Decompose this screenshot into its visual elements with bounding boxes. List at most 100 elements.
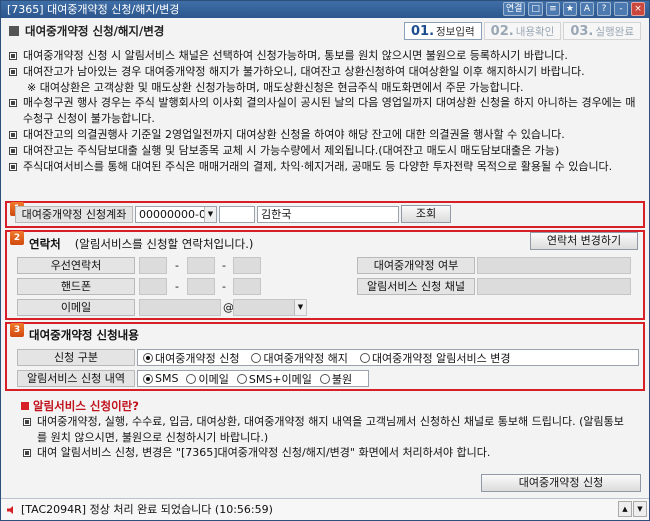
request-type-change-label: 대여중개약정 알림서비스 변경 xyxy=(371,351,511,365)
request-type-cancel[interactable]: 대여중개약정 해지 xyxy=(251,350,348,366)
help-icon[interactable]: ? xyxy=(597,2,611,16)
scroll-down-icon[interactable]: ▼ xyxy=(633,501,647,517)
page-title: 대여중개약정 신청/해지/변경 xyxy=(9,23,164,39)
request-type-cancel-label: 대여중개약정 해지 xyxy=(263,351,348,365)
star-icon[interactable]: ★ xyxy=(562,2,577,16)
alert-option-sms-label: SMS xyxy=(155,372,179,385)
alert-option-email[interactable]: 이메일 xyxy=(186,371,229,387)
account-value: 00000000-00 xyxy=(139,208,213,221)
agreement-status-label: 대여중개약정 여부 xyxy=(357,257,475,274)
contact-title-text: 연락처 xyxy=(29,237,61,251)
notice-item: 대여중개약정 신청 시 알림서비스 채널은 선택하여 신청가능하며, 통보를 원… xyxy=(7,48,643,64)
alert-option-sms-email[interactable]: SMS+이메일 xyxy=(236,371,312,387)
phone-dash-1: - xyxy=(175,259,179,272)
alert-option-decline[interactable]: 불원 xyxy=(319,371,353,387)
bullet-icon xyxy=(9,162,17,171)
step-3: 03. 실행완료 xyxy=(563,22,641,40)
phone-part-1[interactable] xyxy=(139,257,167,274)
account-section: 1 대여중개약정 신청계좌 00000000-00 ▼ 김한국 조회 xyxy=(5,201,645,228)
step-2-label: 내용확인 xyxy=(515,26,555,38)
radio-icon[interactable] xyxy=(236,373,247,384)
agreement-status-field xyxy=(477,257,631,274)
status-message: [TAC2094R] 정상 처리 완료 되었습니다 (10:56:59) xyxy=(21,503,273,516)
contact-subtitle: (알림서비스를 신청할 연락처입니다.) xyxy=(74,237,254,251)
step-3-num: 03. xyxy=(570,24,594,39)
radio-checked-icon[interactable] xyxy=(143,352,153,363)
phone-part-2[interactable] xyxy=(187,257,215,274)
window-icon[interactable]: □ xyxy=(528,2,543,16)
connect-icon[interactable]: 연결 xyxy=(502,2,526,16)
title-square-icon xyxy=(9,26,19,36)
submit-application-button[interactable]: 대여중개약정 신청 xyxy=(481,474,641,492)
radio-checked-icon[interactable] xyxy=(143,373,153,384)
account-sub-input[interactable] xyxy=(219,206,255,223)
notice-list: 대여중개약정 신청 시 알림서비스 채널은 선택하여 신청가능하며, 통보를 원… xyxy=(7,48,643,174)
phone-part-3[interactable] xyxy=(233,257,261,274)
step-1-label: 정보입력 xyxy=(436,26,475,38)
font-size-icon[interactable]: A xyxy=(580,2,594,16)
step-3-label: 실행완료 xyxy=(595,26,634,38)
request-type-group: 대여중개약정 신청 대여중개약정 해지 대여중개약정 알림서비스 변경 xyxy=(137,349,639,366)
contact-section: 2 연락처 (알림서비스를 신청할 연락처입니다.) 연락처 변경하기 우선연락… xyxy=(5,230,645,320)
status-scroll: ▲ ▼ xyxy=(618,501,647,517)
radio-icon[interactable] xyxy=(319,373,330,384)
info-title-text: 알림서비스 신청이란? xyxy=(33,399,139,413)
notice-text: 대여잔고가 남아있는 경우 대여중개약정 해지가 불가하오니, 대여잔고 상환신… xyxy=(23,64,585,78)
radio-icon[interactable] xyxy=(186,373,197,384)
email-domain-select[interactable]: ▼ xyxy=(233,299,307,316)
alert-option-decline-label: 불원 xyxy=(331,372,353,386)
page-title-text: 대여중개약정 신청/해지/변경 xyxy=(25,24,165,38)
scroll-up-icon[interactable]: ▲ xyxy=(618,501,632,517)
chevron-down-icon[interactable]: ▼ xyxy=(294,300,306,315)
request-type-change[interactable]: 대여중개약정 알림서비스 변경 xyxy=(359,350,511,366)
notice-text: 대여중개약정 신청 시 알림서비스 채널은 선택하여 신청가능하며, 통보를 원… xyxy=(23,49,568,62)
alert-option-sms[interactable]: SMS xyxy=(143,372,178,385)
account-select[interactable]: 00000000-00 ▼ xyxy=(135,206,217,223)
mobile-label: 핸드폰 xyxy=(17,278,135,295)
notice-text: 주식대여서비스를 통해 대여된 주식은 매매거래의 결제, 차익·헤지거래, 공… xyxy=(23,159,613,173)
change-contact-button[interactable]: 연락처 변경하기 xyxy=(530,232,638,250)
mobile-part-2[interactable] xyxy=(187,278,215,295)
step-1-num: 01. xyxy=(410,24,435,39)
step-2: 02. 내용확인 xyxy=(483,22,562,40)
info-line-text: 대여 알림서비스 신청, 변경은 "[7365]대여중개약정 신청/해지/변경"… xyxy=(37,446,491,459)
bullet-icon xyxy=(23,418,31,426)
close-icon[interactable]: × xyxy=(631,2,645,16)
search-button[interactable]: 조회 xyxy=(401,205,451,223)
menu-icon[interactable]: ≡ xyxy=(545,2,560,16)
chevron-down-icon[interactable]: ▼ xyxy=(204,207,216,222)
step-2-num: 02. xyxy=(490,24,514,39)
section-2-badge: 2 xyxy=(10,231,24,245)
mobile-part-3[interactable] xyxy=(233,278,261,295)
step-indicator: 01. 정보입력 02. 내용확인 03. 실행완료 xyxy=(403,22,641,40)
email-id-field[interactable] xyxy=(139,299,221,316)
phone-dash-2: - xyxy=(222,259,226,272)
notice-item: 대여잔고가 남아있는 경우 대여중개약정 해지가 불가하오니, 대여잔고 상환신… xyxy=(7,64,643,80)
step-1: 01. 정보입력 xyxy=(403,22,482,40)
window-title: [7365] 대여중개약정 신청/해지/변경 xyxy=(7,3,180,16)
info-title: 알림서비스 신청이란? xyxy=(19,398,629,414)
notice-text: 대여잔고의 의결권행사 기준일 2영업일전까지 대여상환 신청을 하여야 해당 … xyxy=(23,127,565,141)
bullet-icon xyxy=(23,449,31,457)
request-type-label: 신청 구분 xyxy=(17,349,135,366)
contact-title: 연락처 (알림서비스를 신청할 연락처입니다.) xyxy=(29,236,253,252)
red-square-icon xyxy=(21,402,29,410)
alert-history-label: 알림서비스 신청 내역 xyxy=(17,370,135,387)
info-line-text: 대여중개약정, 실행, 수수료, 입금, 대여상환, 대여중개약정 해지 내역을… xyxy=(37,415,624,444)
phone-label: 우선연락처 xyxy=(17,257,135,274)
radio-icon[interactable] xyxy=(359,352,370,363)
request-type-apply[interactable]: 대여중개약정 신청 xyxy=(143,350,239,366)
bullet-icon xyxy=(9,130,17,139)
radio-icon[interactable] xyxy=(251,352,262,363)
account-label: 대여중개약정 신청계좌 xyxy=(15,206,133,223)
mobile-dash-1: - xyxy=(175,280,179,293)
main-window: [7365] 대여중개약정 신청/해지/변경 연결 □ ≡ ★ A ? - × … xyxy=(0,0,650,521)
alert-option-group: SMS 이메일 SMS+이메일 불원 xyxy=(137,370,369,387)
speaker-icon xyxy=(7,506,13,514)
status-bar: [TAC2094R] 정상 처리 완료 되었습니다 (10:56:59) ▲ ▼ xyxy=(1,498,649,520)
mobile-dash-2: - xyxy=(222,280,226,293)
minimize-icon[interactable]: - xyxy=(614,2,628,16)
notice-item: 주식대여서비스를 통해 대여된 주식은 매매거래의 결제, 차익·헤지거래, 공… xyxy=(7,159,643,175)
bullet-icon xyxy=(9,146,17,155)
mobile-part-1[interactable] xyxy=(139,278,167,295)
